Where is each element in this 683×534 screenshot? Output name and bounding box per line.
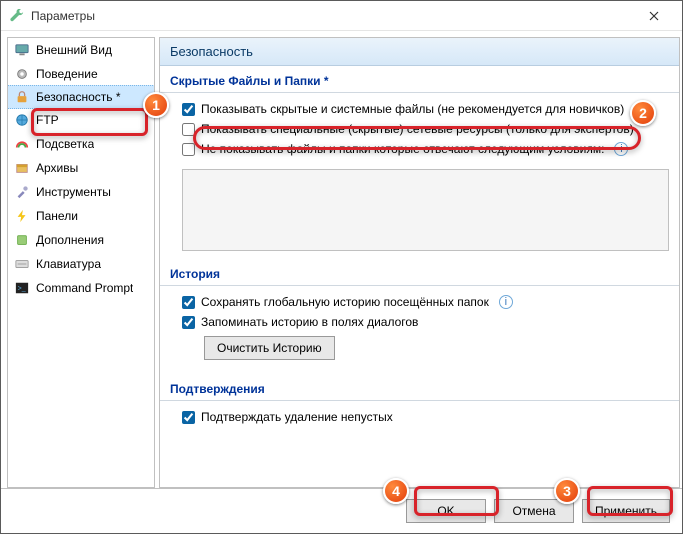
apply-button[interactable]: Применить [582,499,670,523]
section-history-title: История [160,259,679,286]
sidebar-item-label: Панели [36,209,78,223]
opt-save-history[interactable]: Сохранять глобальную историю посещённых … [182,292,669,312]
rainbow-icon [14,136,30,152]
monitor-icon [14,42,30,58]
sidebar-item-highlight[interactable]: Подсветка [8,132,154,156]
titlebar: Параметры [1,1,682,31]
sidebar-item-keyboard[interactable]: Клавиатура [8,252,154,276]
checkbox-hide-matching[interactable] [182,143,195,156]
close-button[interactable] [634,2,674,30]
category-sidebar: Внешний Вид Поведение Безопасность * FTP… [7,37,155,488]
cancel-button[interactable]: Отмена [494,499,574,523]
option-label: Запоминать историю в полях диалогов [201,314,418,330]
checkbox-show-network[interactable] [182,123,195,136]
sidebar-item-appearance[interactable]: Внешний Вид [8,38,154,62]
opt-confirm-delete[interactable]: Подтверждать удаление непустых [182,407,669,427]
info-icon[interactable]: i [614,142,628,156]
terminal-icon: >_ [14,280,30,296]
keyboard-icon [14,256,30,272]
sidebar-item-label: Клавиатура [36,257,101,271]
info-icon[interactable]: i [499,295,513,309]
sidebar-item-label: Архивы [36,161,78,175]
settings-window: Параметры Внешний Вид Поведение Безопасн… [0,0,683,534]
bolt-icon [14,208,30,224]
sidebar-item-security[interactable]: Безопасность * [7,85,155,109]
option-label: Показывать специальные (скрытые) сетевые… [201,121,634,137]
checkbox-remember-dialogs[interactable] [182,316,195,329]
sidebar-item-ftp[interactable]: FTP [8,108,154,132]
svg-text:>_: >_ [18,286,26,293]
tools-icon [14,184,30,200]
sidebar-item-addons[interactable]: Дополнения [8,228,154,252]
ok-button[interactable]: OK [406,499,486,523]
sidebar-item-label: Поведение [36,67,98,81]
panel-title: Безопасность [160,38,679,66]
content-area: Безопасность Скрытые Файлы и Папки * Пок… [159,37,682,488]
section-hidden-title: Скрытые Файлы и Папки * [160,66,679,93]
sidebar-item-panels[interactable]: Панели [8,204,154,228]
panel-scroll[interactable]: Безопасность Скрытые Файлы и Папки * Пок… [160,38,679,487]
lock-icon [14,89,30,105]
option-label: Показывать скрытые и системные файлы (не… [201,101,624,117]
opt-remember-dialogs[interactable]: Запоминать историю в полях диалогов [182,312,669,332]
sidebar-item-label: FTP [36,113,59,127]
sidebar-item-label: Инструменты [36,185,111,199]
sidebar-item-label: Безопасность * [36,90,121,104]
option-label: Не показывать файлы и папки которые отве… [201,141,604,157]
globe-icon [14,112,30,128]
opt-show-network[interactable]: Показывать специальные (скрытые) сетевые… [182,119,669,139]
sidebar-item-cmd[interactable]: >_ Command Prompt [8,276,154,300]
sidebar-item-label: Дополнения [36,233,104,247]
sidebar-item-label: Command Prompt [36,281,133,295]
option-label: Сохранять глобальную историю посещённых … [201,294,489,310]
checkbox-save-history[interactable] [182,296,195,309]
section-confirm-title: Подтверждения [160,374,679,401]
wrench-icon [9,8,25,24]
box-icon [14,160,30,176]
sidebar-item-behavior[interactable]: Поведение [8,62,154,86]
sidebar-item-label: Внешний Вид [36,43,112,57]
clear-history-button[interactable]: Очистить Историю [204,336,335,360]
dialog-body: Внешний Вид Поведение Безопасность * FTP… [1,31,682,488]
opt-hide-matching[interactable]: Не показывать файлы и папки которые отве… [182,139,669,159]
gear-icon [14,66,30,82]
window-title: Параметры [31,9,634,23]
dialog-footer: OK Отмена Применить [1,488,682,533]
hide-conditions-textarea[interactable] [182,169,669,251]
sidebar-item-label: Подсветка [36,137,94,151]
opt-show-hidden[interactable]: Показывать скрытые и системные файлы (не… [182,99,669,119]
option-label: Подтверждать удаление непустых [201,409,393,425]
plugin-icon [14,232,30,248]
sidebar-item-archives[interactable]: Архивы [8,156,154,180]
checkbox-confirm-delete[interactable] [182,411,195,424]
checkbox-show-hidden[interactable] [182,103,195,116]
sidebar-item-tools[interactable]: Инструменты [8,180,154,204]
